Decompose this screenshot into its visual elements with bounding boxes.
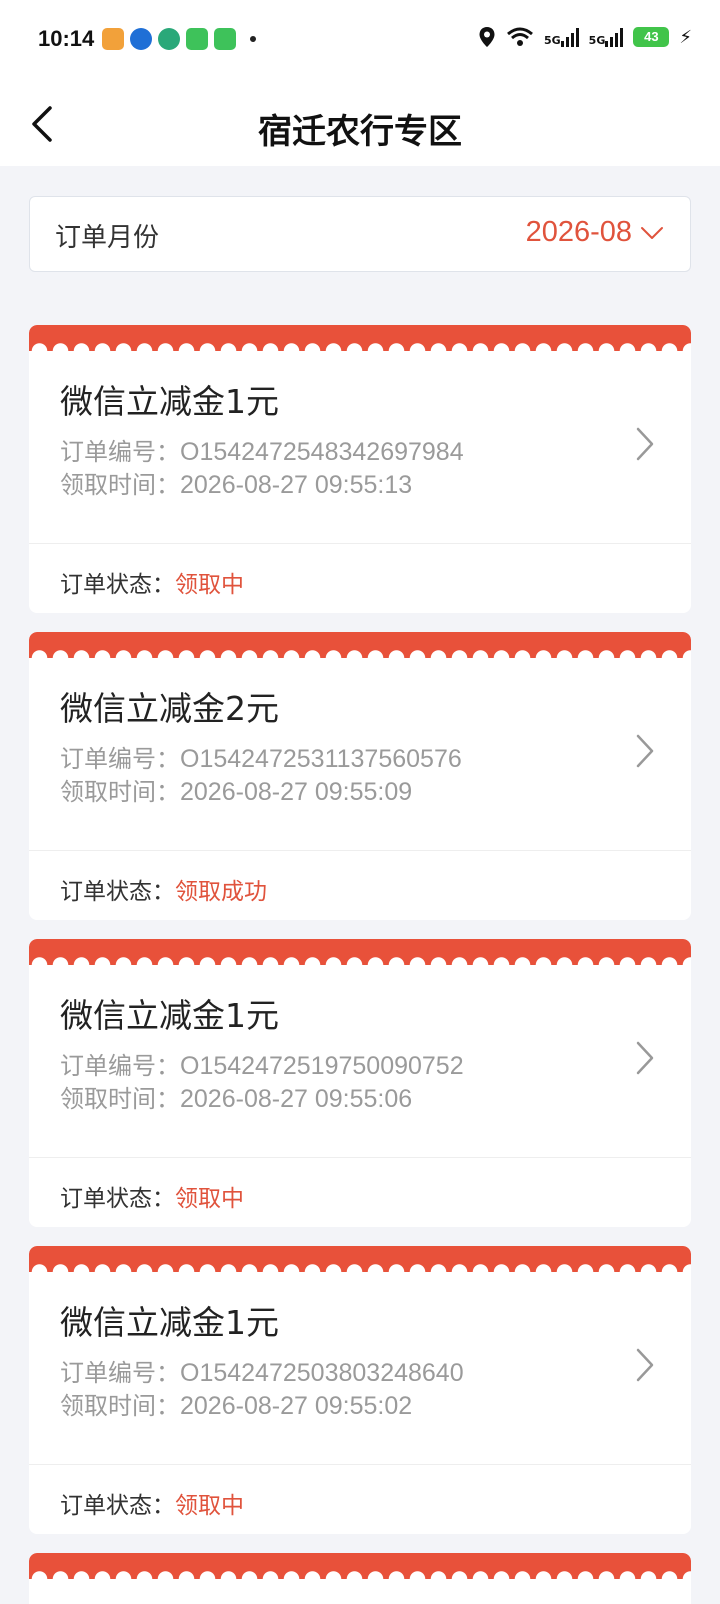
claim-time-row: 领取时间：2026-08-27 09:55:06 — [60, 1079, 412, 1114]
system-indicators: 5G 5G 43 ⚡ — [478, 26, 692, 48]
nav-bar: 宿迁农行专区 — [0, 82, 720, 166]
claim-time: 2026-08-27 09:55:13 — [180, 471, 413, 499]
order-status-row: 订单状态：领取成功 — [60, 872, 267, 906]
claim-time-row: 领取时间：2026-08-27 09:55:09 — [60, 772, 412, 807]
order-number-label: 订单编号： — [60, 745, 180, 773]
claim-time-label: 领取时间： — [60, 778, 180, 806]
order-title: 微信立减金1元 — [60, 996, 279, 1035]
divider — [29, 543, 691, 544]
status-time: 10:14 — [38, 26, 95, 51]
phone-app-icon — [214, 28, 236, 50]
card-scalloped-header — [29, 1246, 691, 1272]
order-status: 领取中 — [175, 1493, 244, 1519]
location-icon — [479, 27, 495, 47]
divider — [29, 1464, 691, 1465]
order-status-label: 订单状态： — [60, 1493, 175, 1519]
card-scalloped-header — [29, 939, 691, 965]
more-notifications-dot — [250, 36, 256, 42]
claim-time-row: 领取时间：2026-08-27 09:55:02 — [60, 1386, 412, 1421]
month-filter-value[interactable]: 2026-08 — [526, 216, 632, 249]
claim-time-label: 领取时间： — [60, 471, 180, 499]
page-title: 宿迁农行专区 — [258, 112, 462, 152]
order-number-label: 订单编号： — [60, 1359, 180, 1387]
app-notification-icon — [130, 28, 152, 50]
divider — [29, 850, 691, 851]
wifi-icon — [507, 27, 533, 46]
app-notification-icon — [102, 28, 124, 50]
order-card[interactable]: 微信立减金2元 订单编号：O1542472531137560576 领取时间：2… — [29, 632, 691, 920]
order-status: 领取中 — [175, 1186, 244, 1212]
order-number: O1542472531137560576 — [180, 745, 462, 773]
notification-icons — [102, 28, 256, 50]
order-number: O1542472548342697984 — [180, 438, 464, 466]
order-status-label: 订单状态： — [60, 572, 175, 598]
claim-time-row: 领取时间：2026-08-27 09:55:13 — [60, 465, 412, 500]
card-scalloped-header — [29, 325, 691, 351]
order-number-row: 订单编号：O1542472548342697984 — [60, 432, 464, 467]
battery-icon: 43 — [633, 27, 670, 47]
status-bar: 10:14 5G 5G 43 ⚡ — [0, 0, 720, 82]
chevron-right-icon[interactable] — [635, 427, 655, 461]
order-title: 微信立减金1元 — [60, 1303, 279, 1342]
order-card[interactable]: 微信立减金1元 订单编号：O1542472548342697984 领取时间：2… — [29, 325, 691, 613]
order-title: 微信立减金1元 — [60, 382, 279, 421]
card-scalloped-header — [29, 1553, 691, 1579]
order-status-label: 订单状态： — [60, 1186, 175, 1212]
claim-time-label: 领取时间： — [60, 1085, 180, 1113]
month-filter-label: 订单月份 — [55, 223, 160, 253]
claim-time: 2026-08-27 09:55:09 — [180, 778, 413, 806]
order-number-row: 订单编号：O1542472503803248640 — [60, 1353, 464, 1388]
order-card-partial[interactable] — [29, 1553, 691, 1604]
chevron-right-icon[interactable] — [635, 1348, 655, 1382]
order-number: O1542472503803248640 — [180, 1359, 464, 1387]
order-number-row: 订单编号：O1542472531137560576 — [60, 739, 462, 774]
signal-5g-icon-2: 5G — [589, 27, 624, 47]
order-card[interactable]: 微信立减金1元 订单编号：O1542472503803248640 领取时间：2… — [29, 1246, 691, 1534]
order-number-label: 订单编号： — [60, 438, 180, 466]
order-title: 微信立减金2元 — [60, 689, 279, 728]
divider — [29, 1157, 691, 1158]
order-status-row: 订单状态：领取中 — [60, 565, 244, 599]
claim-time: 2026-08-27 09:55:02 — [180, 1392, 413, 1420]
chevron-right-icon[interactable] — [635, 734, 655, 768]
claim-time: 2026-08-27 09:55:06 — [180, 1085, 413, 1113]
order-number-row: 订单编号：O1542472519750090752 — [60, 1046, 464, 1081]
order-number: O1542472519750090752 — [180, 1052, 464, 1080]
signal-5g-icon-1: 5G — [544, 27, 579, 47]
order-status-row: 订单状态：领取中 — [60, 1179, 244, 1213]
message-app-icon — [186, 28, 208, 50]
chevron-down-icon[interactable] — [640, 225, 664, 241]
order-status: 领取中 — [175, 572, 244, 598]
order-card[interactable]: 微信立减金1元 订单编号：O1542472519750090752 领取时间：2… — [29, 939, 691, 1227]
card-scalloped-header — [29, 632, 691, 658]
chevron-right-icon[interactable] — [635, 1041, 655, 1075]
app-notification-icon — [158, 28, 180, 50]
order-number-label: 订单编号： — [60, 1052, 180, 1080]
order-status: 领取成功 — [175, 879, 267, 905]
order-status-label: 订单状态： — [60, 879, 175, 905]
order-status-row: 订单状态：领取中 — [60, 1486, 244, 1520]
claim-time-label: 领取时间： — [60, 1392, 180, 1420]
charging-icon: ⚡ — [679, 26, 692, 48]
month-filter[interactable]: 订单月份 2026-08 — [29, 196, 691, 272]
